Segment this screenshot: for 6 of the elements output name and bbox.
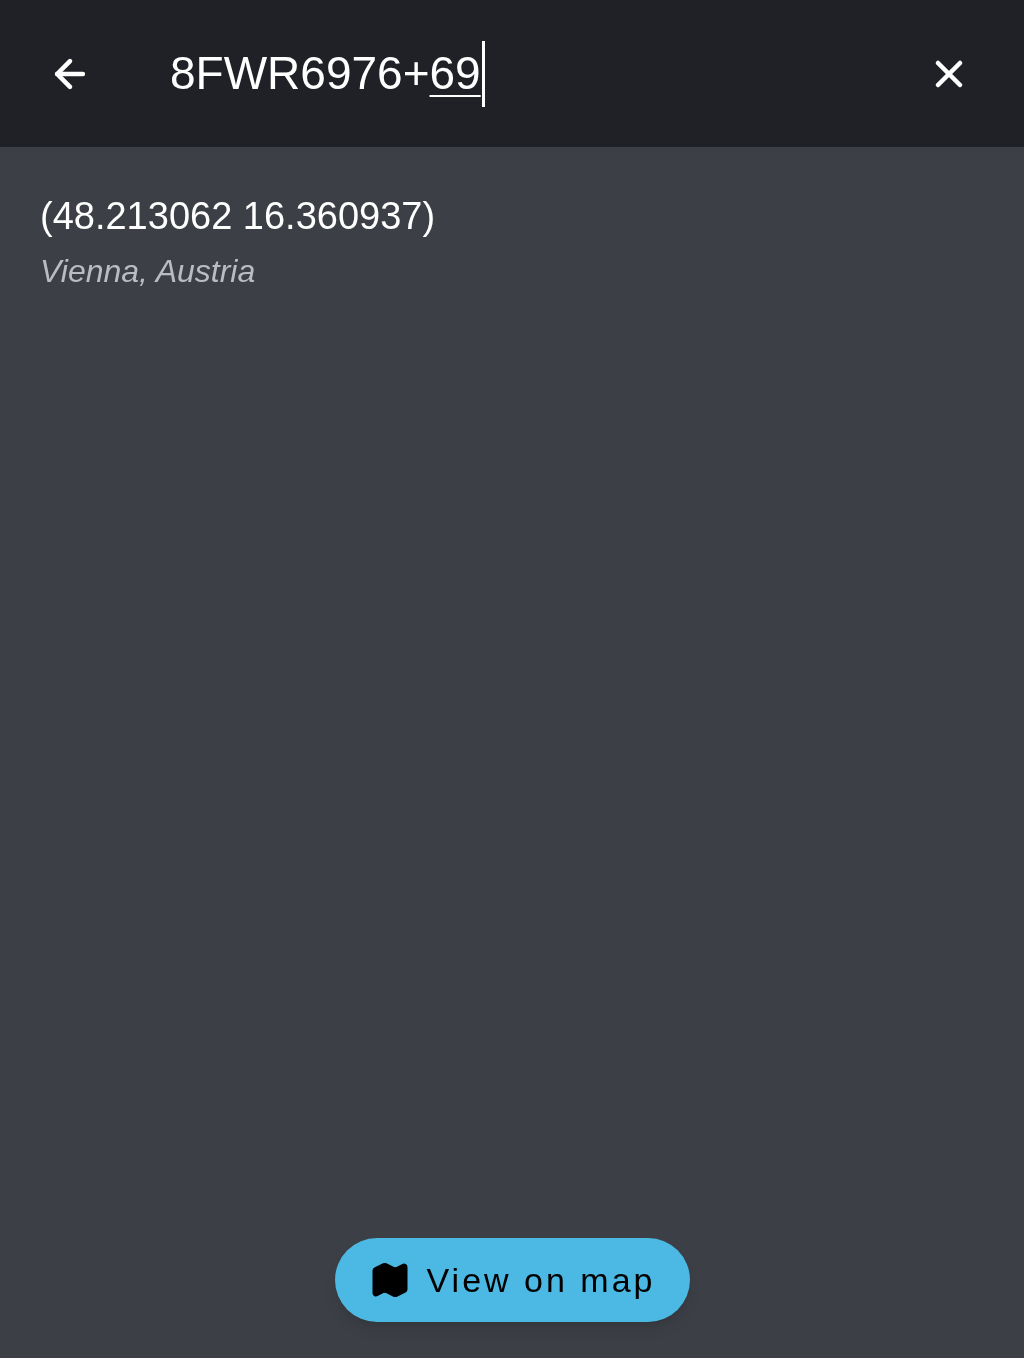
result-title: (48.213062 16.360937): [40, 194, 437, 239]
result-item[interactable]: (48.213062 16.360937) Vienna, Austria: [0, 147, 1024, 303]
view-on-map-button[interactable]: View on map: [334, 1238, 690, 1322]
search-field[interactable]: 8FWR6976+69: [170, 39, 927, 108]
result-subtitle: Vienna, Austria: [40, 252, 257, 291]
text-cursor: [481, 40, 485, 107]
